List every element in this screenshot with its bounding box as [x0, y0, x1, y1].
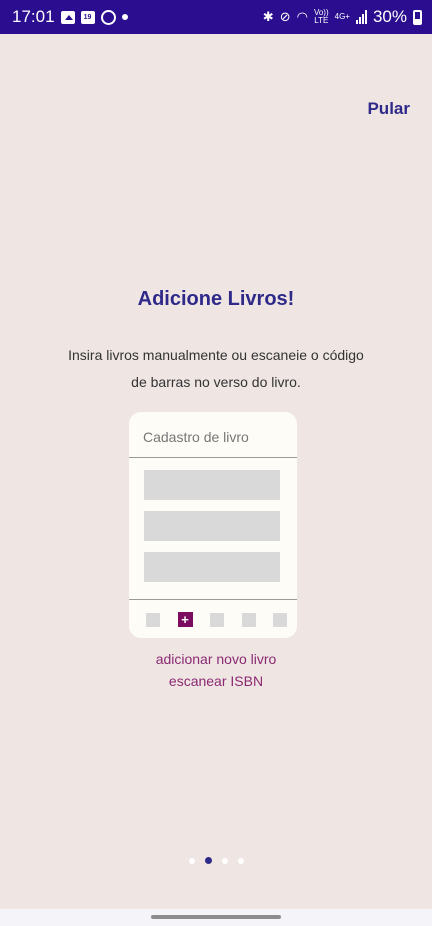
page-dot[interactable]: [237, 857, 244, 864]
wifi-icon: ◠: [296, 9, 308, 24]
illustration-divider: [129, 599, 297, 600]
page-description: Insira livros manualmente ou escaneie o …: [68, 347, 364, 390]
system-nav-bar: [0, 909, 432, 926]
page-indicator: [0, 857, 432, 864]
whatsapp-icon: [100, 9, 116, 25]
plus-icon: +: [177, 612, 193, 627]
illustration-nav-item: [210, 612, 224, 627]
page-dot[interactable]: [221, 857, 228, 864]
battery-icon: [413, 9, 422, 25]
illustration-field: [144, 511, 280, 541]
page-title: Adicione Livros!: [137, 288, 295, 310]
status-time: 17:01: [12, 7, 55, 26]
illustration-nav-item: [273, 612, 287, 627]
illustration-field: [144, 470, 280, 500]
signal-icon: [355, 10, 367, 24]
status-bar: 17:01 19 ✱ ⊘ ◠ Vo)) LTE 4G+ 30%: [0, 0, 432, 34]
volte-icon: Vo)) LTE: [314, 9, 329, 25]
bluetooth-icon: ✱: [262, 9, 274, 24]
mute-icon: ⊘: [279, 9, 291, 24]
calendar-icon: 19: [80, 10, 95, 24]
illustration-field: [144, 552, 280, 582]
caption-scan-isbn: escanear ISBN: [168, 673, 264, 689]
skip-button[interactable]: Pular: [367, 99, 410, 119]
battery-percent: 30%: [372, 7, 407, 26]
page-dot[interactable]: [188, 857, 195, 864]
illustration-header: Cadastro de livro: [129, 412, 297, 458]
network-type: 4G+: [334, 12, 350, 21]
book-form-illustration: Cadastro de livro +: [129, 412, 297, 638]
page-dot-active[interactable]: [204, 857, 212, 864]
volte-bottom: LTE: [314, 16, 329, 25]
status-bar-right: ✱ ⊘ ◠ Vo)) LTE 4G+ 30%: [263, 7, 422, 27]
gallery-icon: [60, 10, 75, 24]
home-indicator[interactable]: [151, 915, 281, 919]
illustration-bottom-nav: +: [146, 612, 287, 627]
illustration-nav-item: [146, 612, 160, 627]
status-bar-left: 17:01 19: [12, 7, 128, 27]
illustration-nav-item: [241, 612, 256, 627]
notification-dot-icon: [121, 14, 128, 20]
caption-add-book: adicionar novo livro: [155, 651, 277, 667]
